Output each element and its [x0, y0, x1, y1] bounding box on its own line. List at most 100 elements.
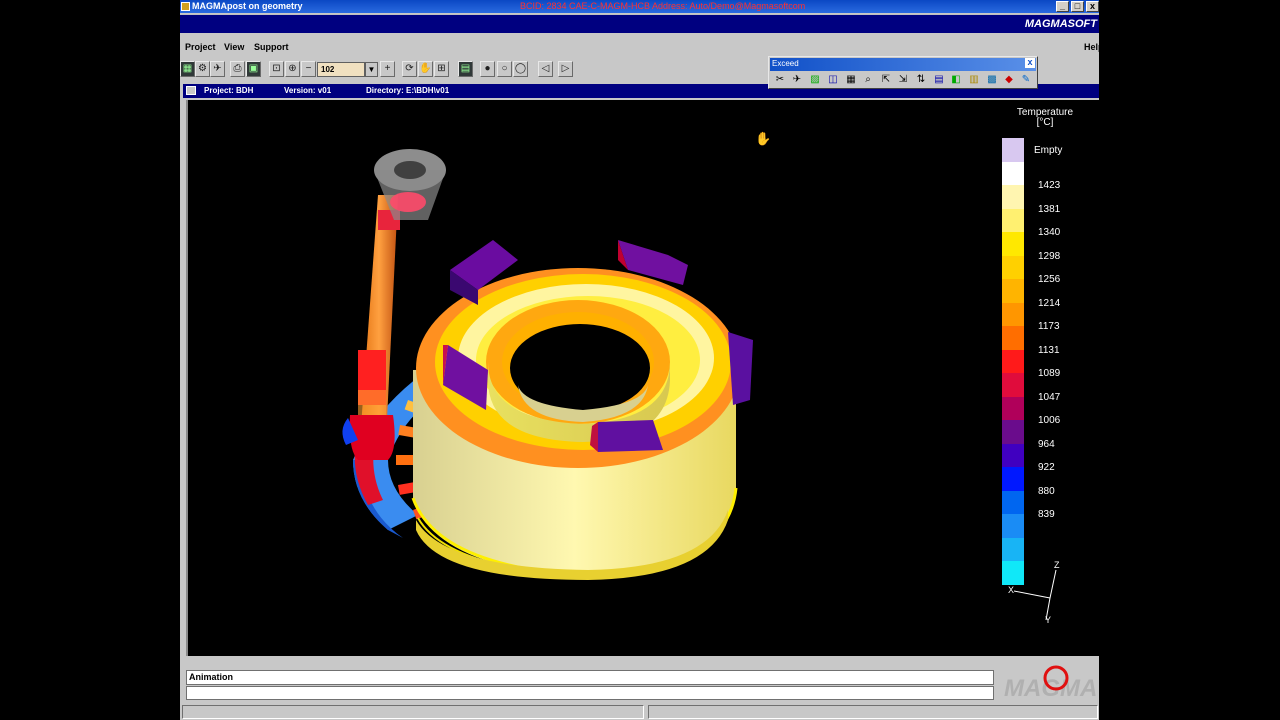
- pan-hand-icon[interactable]: ✋: [418, 61, 433, 77]
- exceed-tool-9-icon[interactable]: ⇅: [914, 73, 928, 87]
- menu-help[interactable]: Help: [1084, 42, 1099, 52]
- legend-swatch: [1002, 443, 1024, 467]
- zoom-input[interactable]: 102: [317, 62, 365, 77]
- animation-field[interactable]: [186, 686, 994, 700]
- zoom-dropdown[interactable]: ▼: [365, 62, 378, 77]
- exceed-tool-3-icon[interactable]: ▨: [808, 73, 822, 87]
- exceed-tool-5-icon[interactable]: ▦: [844, 73, 858, 87]
- exceed-tool-4-icon[interactable]: ◫: [826, 73, 840, 87]
- legend-value-label: 1340: [1038, 227, 1061, 238]
- brand-banner: MAGMASOFT: [180, 14, 1099, 33]
- print-icon[interactable]: ⎙: [230, 61, 245, 77]
- title-bar[interactable]: MAGMApost on geometry BCID: 2834 CAE-C-M…: [180, 0, 1099, 13]
- status-field-left: [182, 705, 644, 719]
- exceed-tool-11-icon[interactable]: ◧: [949, 73, 963, 87]
- legend-value-label: 1423: [1038, 180, 1061, 191]
- animation-panel: Animation: [186, 668, 994, 702]
- legend-swatch: [1002, 185, 1024, 209]
- maximize-button[interactable]: □: [1071, 1, 1084, 12]
- axis-x-label: X: [1008, 585, 1015, 595]
- zoom-box-icon[interactable]: ⊡: [269, 61, 284, 77]
- exceed-close-button[interactable]: x: [1025, 58, 1035, 68]
- window-title: MAGMApost on geometry: [192, 1, 303, 11]
- exceed-tool-10-icon[interactable]: ▤: [932, 73, 946, 87]
- casting-model[interactable]: ✋: [188, 100, 1099, 656]
- legend-swatch: [1002, 490, 1024, 514]
- app-icon[interactable]: [181, 2, 190, 11]
- legend-value-label: 1006: [1038, 415, 1061, 426]
- legend-value-label: 922: [1038, 462, 1055, 473]
- legend-swatch: [1002, 302, 1024, 326]
- next-step-button[interactable]: ▷: [558, 61, 573, 77]
- version-name: Version: v01: [284, 86, 332, 95]
- legend-value-label: 1089: [1038, 368, 1061, 379]
- view-mode-icon[interactable]: ▤: [458, 61, 473, 77]
- legend-swatch: [1002, 138, 1024, 162]
- menu-bar: Project View Support Help: [180, 38, 1099, 58]
- legend-empty-label: Empty: [1034, 145, 1063, 156]
- 3d-viewport[interactable]: ✋ Z X Y Temperature [°C] Empty 1423 1381 1…: [186, 100, 1099, 656]
- legend-value-label: 1214: [1038, 297, 1061, 309]
- application-window: MAGMApost on geometry BCID: 2834 CAE-C-M…: [180, 0, 1099, 720]
- legend-swatch: [1002, 232, 1024, 256]
- exceed-toolbar[interactable]: Exceed x ✂ ✈ ▨ ◫ ▦ ⌕ ⇱ ⇲ ⇅ ▤ ◧ ▥ ▩ ◆ ✎: [768, 56, 1038, 89]
- axis-z-label: Z: [1054, 560, 1060, 570]
- legend-swatch: [1002, 420, 1024, 444]
- axis-y-label: Y: [1045, 615, 1052, 625]
- exceed-tool-2-icon[interactable]: ✈: [790, 73, 804, 87]
- settings-icon[interactable]: ⚙: [195, 61, 210, 77]
- zoom-plus-button[interactable]: +: [380, 61, 395, 77]
- zoom-in-icon[interactable]: ⊕: [285, 61, 300, 77]
- fit-view-icon[interactable]: ⊞: [434, 61, 449, 77]
- exceed-title: Exceed: [770, 58, 1036, 71]
- legend-value-label: 1298: [1038, 250, 1061, 262]
- collapse-icon[interactable]: [186, 86, 196, 95]
- menu-view[interactable]: View: [224, 42, 244, 52]
- legend-unit: [°C]: [1036, 117, 1054, 128]
- legend-swatch: [1002, 373, 1024, 397]
- hand-cursor-icon: ✋: [755, 131, 771, 147]
- status-field-right: [648, 705, 1098, 719]
- legend-value-label: 1256: [1038, 274, 1061, 285]
- exceed-tool-15-icon[interactable]: ✎: [1019, 73, 1033, 87]
- exceed-tool-6-icon[interactable]: ⌕: [861, 73, 875, 87]
- legend-value-label: 964: [1038, 438, 1055, 450]
- legend-value-label: 1131: [1038, 344, 1060, 356]
- legend-swatch: [1002, 467, 1024, 491]
- legend-swatch: [1002, 208, 1024, 232]
- exceed-tool-8-icon[interactable]: ⇲: [896, 73, 910, 87]
- magma-logo: MAGMA: [1002, 664, 1099, 702]
- legend-swatch: [1002, 396, 1024, 420]
- legend-swatch: [1002, 561, 1024, 585]
- legend-swatch: [1002, 349, 1024, 373]
- legend-value-label: 839: [1038, 509, 1055, 520]
- temperature-color-scale: [1002, 138, 1024, 585]
- licence-text: BCID: 2834 CAE-C-MAGM-HCB Address: Auto/…: [520, 1, 806, 11]
- legend-value-label: 1381: [1038, 203, 1061, 215]
- legend-swatch: [1002, 255, 1024, 279]
- legend-title: Temperature [°C]: [1010, 108, 1080, 128]
- outline-view-icon[interactable]: ○: [497, 61, 512, 77]
- solid-view-icon[interactable]: ●: [480, 61, 495, 77]
- transparent-view-icon[interactable]: ◯: [513, 61, 528, 77]
- exceed-tool-1-icon[interactable]: ✂: [773, 73, 787, 87]
- exceed-tool-14-icon[interactable]: ◆: [1002, 73, 1016, 87]
- minimize-button[interactable]: _: [1056, 1, 1069, 12]
- exceed-tool-13-icon[interactable]: ▩: [985, 73, 999, 87]
- previous-step-button[interactable]: ◁: [538, 61, 553, 77]
- menu-support[interactable]: Support: [254, 42, 289, 52]
- legend-swatch: [1002, 514, 1024, 538]
- close-button[interactable]: x: [1086, 1, 1099, 12]
- rotate-icon[interactable]: ⟳: [402, 61, 417, 77]
- zoom-minus-button[interactable]: −: [301, 61, 316, 77]
- image-export-icon[interactable]: ▣: [246, 61, 261, 77]
- legend-swatch: [1002, 537, 1024, 561]
- menu-project[interactable]: Project: [185, 42, 216, 52]
- exceed-tool-7-icon[interactable]: ⇱: [879, 73, 893, 87]
- exceed-tool-12-icon[interactable]: ▥: [967, 73, 981, 87]
- run-icon[interactable]: ✈: [210, 61, 225, 77]
- brand-logo: MAGMASOFT: [1024, 18, 1097, 30]
- status-bar: [180, 704, 1099, 720]
- legend-value-label: 1173: [1038, 321, 1060, 332]
- model-tree-icon[interactable]: ▦: [180, 61, 195, 77]
